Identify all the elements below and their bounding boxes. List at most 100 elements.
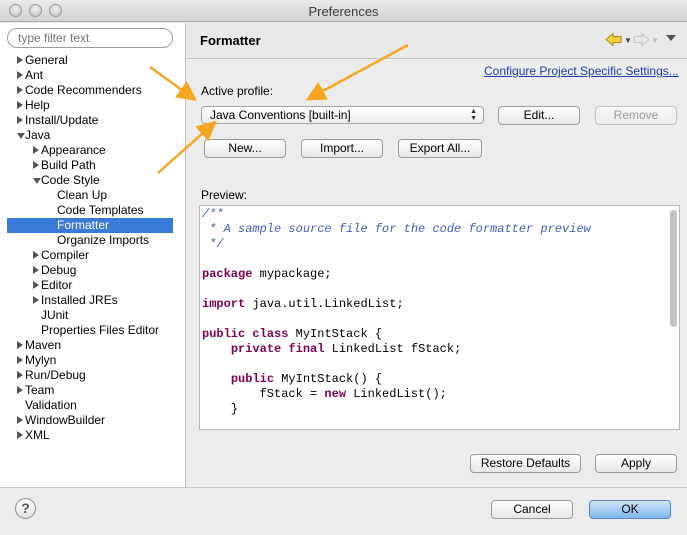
tree-item-label: Install/Update [25, 113, 99, 127]
code-text: LinkedList fStack; [324, 342, 462, 356]
forward-arrow-icon[interactable] [632, 32, 650, 47]
edit-button[interactable]: Edit... [498, 106, 580, 125]
collapsed-triangle-icon[interactable] [17, 386, 23, 394]
tree-item-windowbuilder[interactable]: WindowBuilder [0, 413, 186, 428]
new-profile-button[interactable]: New... [204, 139, 286, 158]
back-arrow-icon[interactable] [605, 32, 623, 47]
restore-defaults-button[interactable]: Restore Defaults [470, 454, 581, 473]
tree-item-build-path[interactable]: Build Path [0, 158, 186, 173]
code-keyword: package [202, 267, 253, 281]
code-keyword: final [288, 342, 325, 356]
collapsed-triangle-icon[interactable] [17, 431, 23, 439]
tree-item-team[interactable]: Team [0, 383, 186, 398]
page-header: Formatter ▼ ▼ [187, 23, 687, 59]
apply-button[interactable]: Apply [595, 454, 677, 473]
tree-item-label: Compiler [41, 248, 90, 262]
code-keyword: public [202, 327, 246, 341]
tree-item-maven[interactable]: Maven [0, 338, 186, 353]
collapsed-triangle-icon[interactable] [33, 251, 39, 259]
code-text: MyIntStack { [288, 327, 383, 341]
code-text: LinkedList(); [346, 387, 447, 401]
tree-item-label: Validation [25, 398, 77, 412]
code-keyword: new [324, 387, 347, 401]
cancel-button[interactable]: Cancel [491, 500, 573, 519]
tree-item-compiler[interactable]: Compiler [0, 248, 186, 263]
tree-item-label: XML [25, 428, 50, 442]
tree-item-label: Installed JREs [41, 293, 118, 307]
collapsed-triangle-icon[interactable] [17, 371, 23, 379]
collapsed-triangle-icon[interactable] [17, 56, 23, 64]
tree-item-label: Debug [41, 263, 77, 277]
tree-item-label: Help [25, 98, 50, 112]
tree-item-label: Appearance [41, 143, 106, 157]
tree-item-label: Code Style [41, 173, 100, 187]
tree-item-label: Java [25, 128, 51, 142]
window-title: Preferences [308, 4, 379, 19]
tree-item-java[interactable]: Java [0, 128, 186, 143]
export-all-button[interactable]: Export All... [398, 139, 482, 158]
help-icon[interactable]: ? [15, 498, 36, 519]
tree-item-label: Run/Debug [25, 368, 86, 382]
code-keyword: class [252, 327, 289, 341]
code-preview[interactable]: /** * A sample source file for the code … [199, 205, 680, 430]
collapsed-triangle-icon[interactable] [33, 296, 39, 304]
tree-item-label: Code Templates [57, 203, 144, 217]
code-text: fStack = [202, 387, 325, 401]
tree-item-clean-up[interactable]: Clean Up [0, 188, 186, 203]
collapsed-triangle-icon[interactable] [17, 116, 23, 124]
collapsed-triangle-icon[interactable] [17, 416, 23, 424]
tree-item-formatter[interactable]: Formatter [7, 218, 173, 233]
tree-item-label: Properties Files Editor [41, 323, 160, 337]
collapsed-triangle-icon[interactable] [33, 266, 39, 274]
code-text: MyIntStack() { [274, 372, 383, 386]
tree-item-xml[interactable]: XML [0, 428, 186, 443]
tree-item-organize-imports[interactable]: Organize Imports [0, 233, 186, 248]
collapsed-triangle-icon[interactable] [17, 341, 23, 349]
tree-item-appearance[interactable]: Appearance [0, 143, 186, 158]
forward-dropdown-icon[interactable]: ▼ [651, 36, 659, 45]
code-keyword: public [230, 372, 275, 386]
tree-item-junit[interactable]: JUnit [0, 308, 186, 323]
filter-input[interactable] [7, 28, 173, 48]
tree-item-install-update[interactable]: Install/Update [0, 113, 186, 128]
collapsed-triangle-icon[interactable] [33, 281, 39, 289]
tree-item-label: Build Path [41, 158, 96, 172]
tree-item-properties-files-editor[interactable]: Properties Files Editor [0, 323, 186, 338]
tree-item-help[interactable]: Help [0, 98, 186, 113]
expanded-triangle-icon[interactable] [17, 133, 25, 139]
tree-item-label: Mylyn [25, 353, 57, 367]
back-dropdown-icon[interactable]: ▼ [624, 36, 632, 45]
collapsed-triangle-icon[interactable] [17, 71, 23, 79]
collapsed-triangle-icon[interactable] [17, 356, 23, 364]
tree-item-installed-jres[interactable]: Installed JREs [0, 293, 186, 308]
tree-item-label: Formatter [57, 218, 110, 232]
code-comment: /** [202, 207, 224, 221]
tree-item-ant[interactable]: Ant [0, 68, 186, 83]
code-line: */ [202, 237, 224, 252]
collapsed-triangle-icon[interactable] [17, 101, 23, 109]
tree-item-debug[interactable]: Debug [0, 263, 186, 278]
configure-project-settings-link[interactable]: Configure Project Specific Settings... [484, 64, 679, 78]
tree-item-code-templates[interactable]: Code Templates [0, 203, 186, 218]
collapsed-triangle-icon[interactable] [17, 86, 23, 94]
code-comment: * A sample source file for the code form… [202, 222, 591, 236]
tree-item-validation[interactable]: Validation [0, 398, 186, 413]
view-menu-chevron-down-icon[interactable] [666, 35, 676, 41]
tree-item-run-debug[interactable]: Run/Debug [0, 368, 186, 383]
expanded-triangle-icon[interactable] [33, 178, 41, 184]
active-profile-select[interactable]: Java Conventions [built-in] ▲ ▼ [201, 106, 484, 124]
ok-button[interactable]: OK [589, 500, 671, 519]
collapsed-triangle-icon[interactable] [33, 146, 39, 154]
tree-item-editor[interactable]: Editor [0, 278, 186, 293]
code-comment: */ [202, 237, 224, 251]
tree-item-general[interactable]: General [0, 53, 186, 68]
import-profile-button[interactable]: Import... [301, 139, 383, 158]
tree-item-mylyn[interactable]: Mylyn [0, 353, 186, 368]
tree-item-code-recommenders[interactable]: Code Recommenders [0, 83, 186, 98]
code-text: } [202, 402, 239, 416]
tree-item-code-style[interactable]: Code Style [0, 173, 186, 188]
preview-scrollbar[interactable] [670, 210, 677, 327]
collapsed-triangle-icon[interactable] [33, 161, 39, 169]
remove-button[interactable]: Remove [595, 106, 677, 125]
